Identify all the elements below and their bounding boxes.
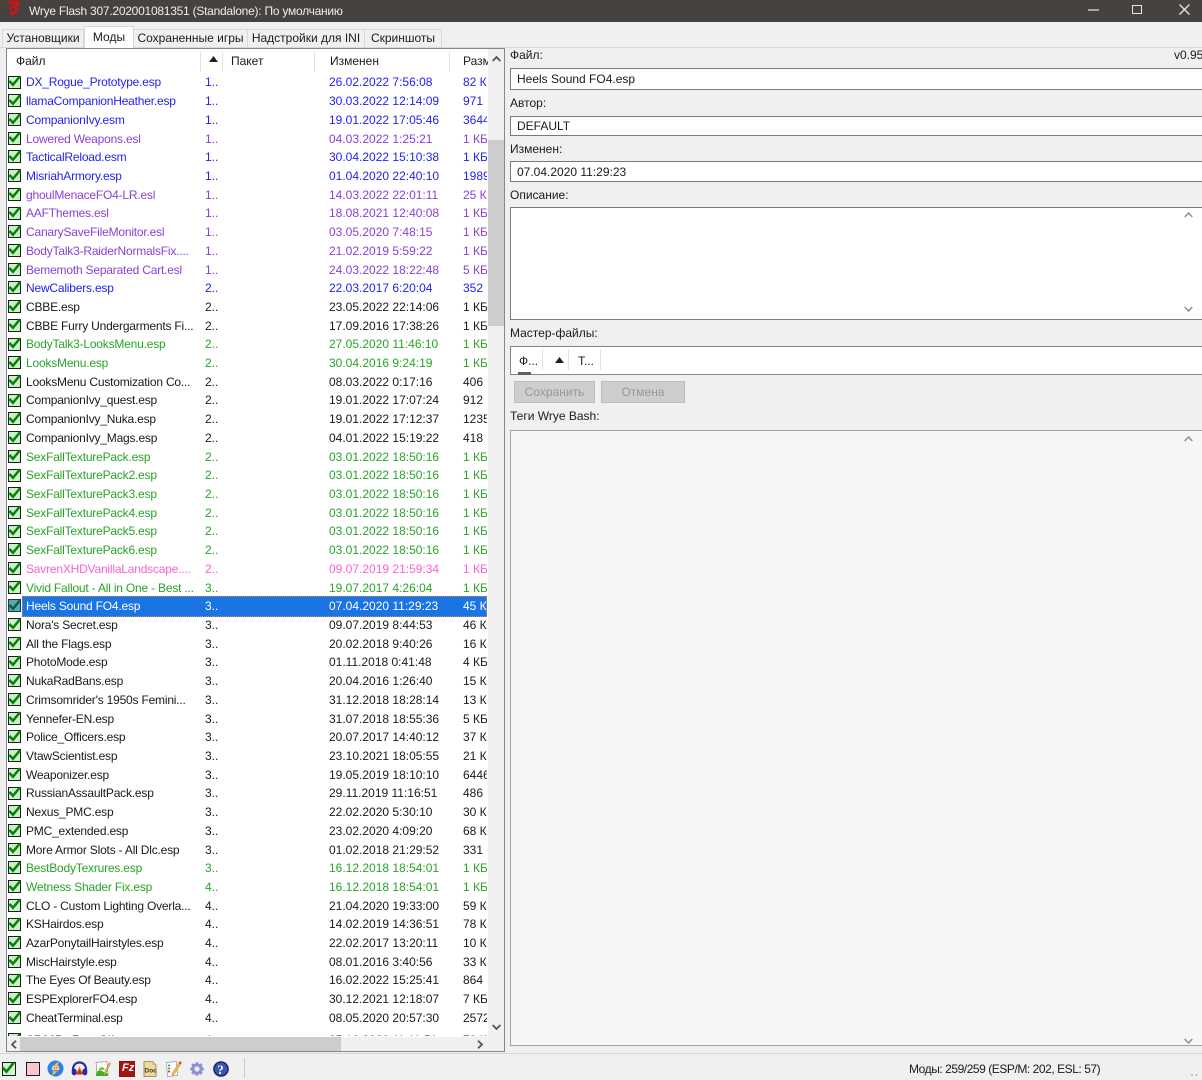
svg-text:?: ? [217, 1062, 224, 1077]
svg-text:Doc: Doc [145, 1068, 158, 1075]
